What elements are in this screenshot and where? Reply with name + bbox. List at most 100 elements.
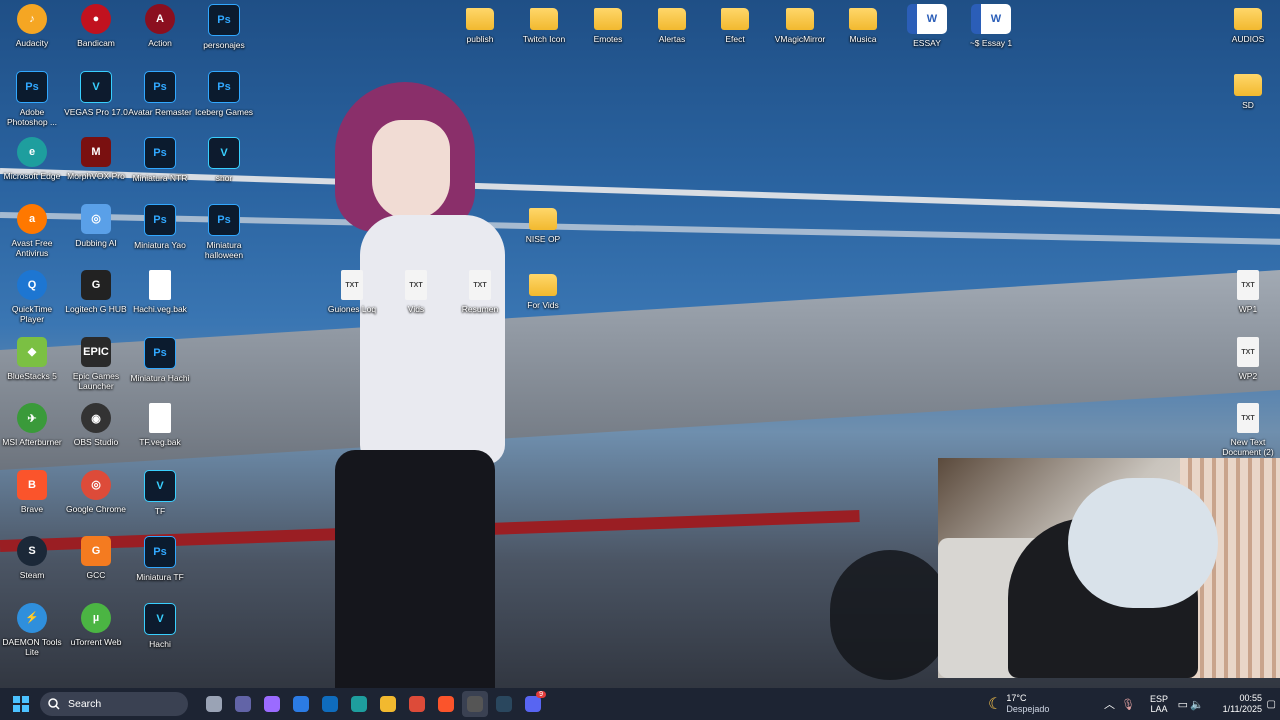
desktop-icon[interactable]: TXT Resumen — [448, 270, 512, 314]
desktop-icon[interactable]: TXT New Text Document (2) — [1216, 403, 1280, 457]
edge-icon — [351, 696, 367, 712]
folder-icon — [658, 8, 686, 30]
file-explorer-icon — [380, 696, 396, 712]
desktop-icon[interactable]: Ps Miniatura TF — [128, 536, 192, 582]
desktop-icon-label: Twitch Icon — [522, 34, 566, 44]
microphone-icon[interactable]: 🎙 — [1121, 698, 1135, 711]
taskbar-app[interactable] — [375, 691, 401, 717]
desktop-icon[interactable]: For Vids — [511, 270, 575, 310]
weather-widget[interactable]: ☾ 17°C Despejado — [988, 693, 1058, 715]
taskbar-app[interactable] — [404, 691, 430, 717]
desktop-icon-label: Audacity — [15, 38, 49, 48]
desktop-icon[interactable]: Efect — [703, 4, 767, 44]
desktop-icon[interactable]: Ps Miniatura Yao — [128, 203, 192, 250]
desktop-icon[interactable]: ● Bandicam — [64, 4, 128, 48]
desktop-icon[interactable]: ◆ BlueStacks 5 — [0, 336, 64, 381]
desktop-icon[interactable]: TXT Guiones Loq — [320, 270, 384, 314]
taskbar-app[interactable] — [346, 691, 372, 717]
desktop-icon[interactable]: Alertas — [640, 4, 704, 44]
logitech-icon: G — [81, 270, 111, 300]
chevron-up-icon[interactable]: ︿ — [1104, 696, 1115, 712]
desktop-icon[interactable]: TXT WP1 — [1216, 270, 1280, 314]
desktop-icon-label: MorphVOX Pro — [67, 171, 125, 181]
steam-icon — [496, 696, 512, 712]
desktop-icon[interactable]: G Logitech G HUB — [64, 270, 128, 314]
desktop-icon[interactable]: VMagicMirror — [768, 4, 832, 44]
volume-icon[interactable]: 🔈 — [1190, 698, 1204, 711]
copilot-icon — [264, 696, 280, 712]
desktop-icon[interactable]: e Microsoft Edge — [0, 137, 64, 181]
taskbar-search[interactable]: Search — [40, 692, 188, 716]
desktop-icon[interactable]: µ uTorrent Web — [64, 602, 128, 647]
desktop-icon-label: Miniatura NTR — [132, 173, 188, 183]
webcam-overlay — [938, 458, 1280, 678]
taskbar-app[interactable] — [288, 691, 314, 717]
desktop-icon[interactable]: B Brave — [0, 469, 64, 514]
desktop-icon[interactable]: Twitch Icon — [512, 4, 576, 44]
desktop-icon[interactable]: TXT WP2 — [1216, 337, 1280, 381]
desktop-icon[interactable]: Musica — [831, 4, 895, 44]
desktop-icon[interactable]: TXT Vids — [384, 270, 448, 314]
desktop-icon[interactable]: Ps Avatar Remaster — [128, 70, 192, 117]
desktop-icon[interactable]: Ps Miniatura Hachi — [128, 336, 192, 383]
desktop-icon[interactable]: Ps Miniatura NTR — [128, 137, 192, 183]
taskbar-app[interactable] — [462, 691, 488, 717]
notifications-icon[interactable]: ▢ — [1267, 699, 1276, 710]
desktop-icon[interactable]: Ps Miniatura halloween — [192, 203, 256, 260]
photoshop-file-icon: Ps — [144, 137, 176, 169]
desktop-icon[interactable]: ◎ Google Chrome — [64, 469, 128, 514]
desktop-icon-label: Logitech G HUB — [65, 304, 127, 314]
taskbar-app[interactable] — [433, 691, 459, 717]
outlook-icon — [322, 696, 338, 712]
desktop-icon[interactable]: EPIC Epic Games Launcher — [64, 336, 128, 391]
txt-file-icon: TXT — [1237, 337, 1259, 367]
desktop-icon[interactable]: ◎ Dubbing AI — [64, 203, 128, 248]
taskbar-app[interactable]: 9 — [520, 691, 546, 717]
start-button[interactable] — [8, 691, 34, 717]
desktop-icon-label: MSI Afterburner — [2, 437, 62, 447]
desktop-icon[interactable]: W ~$ Essay 1 — [959, 4, 1023, 48]
desktop-icon[interactable]: Emotes — [576, 4, 640, 44]
desktop-icon-label: ESSAY — [913, 38, 941, 48]
desktop-icon[interactable]: AUDIOS — [1216, 4, 1280, 44]
desktop-icon[interactable]: S Steam — [0, 536, 64, 580]
desktop-icon-label: Miniatura Yao — [134, 239, 186, 250]
desktop-icon[interactable]: W ESSAY — [895, 4, 959, 48]
taskbar-app[interactable] — [317, 691, 343, 717]
desktop-icon[interactable]: a Avast Free Antivirus — [0, 203, 64, 258]
desktop-icon[interactable]: Ps Iceberg Games — [192, 70, 256, 117]
wallpaper-shadow — [830, 550, 950, 680]
wallpaper-character-body — [360, 215, 505, 465]
desktop-icon[interactable]: ✈ MSI Afterburner — [0, 403, 64, 447]
desktop-icon[interactable]: publish — [448, 4, 512, 44]
taskbar-app[interactable] — [230, 691, 256, 717]
desktop-icon[interactable]: V VEGAS Pro 17.0 — [64, 70, 128, 117]
file-icon — [149, 403, 171, 433]
quicktime-icon: Q — [17, 270, 47, 300]
taskbar-app[interactable] — [491, 691, 517, 717]
desktop-icon[interactable]: Hachi.veg.bak — [128, 270, 192, 314]
desktop-icon[interactable]: Vshor — [192, 137, 256, 183]
file-icon — [149, 270, 171, 300]
desktop-icon[interactable]: Ps personajes — [192, 4, 256, 50]
desktop-icon[interactable]: G GCC — [64, 536, 128, 580]
desktop-icon[interactable]: V TF — [128, 469, 192, 516]
desktop-icon-label: Miniatura TF — [136, 572, 184, 582]
desktop-icon-label: Hachi — [149, 638, 171, 649]
desktop-icon[interactable]: V Hachi — [128, 602, 192, 649]
language-indicator[interactable]: ESP LAA — [1150, 694, 1168, 714]
desktop-icon[interactable]: ◉ OBS Studio — [64, 403, 128, 447]
desktop-icon[interactable]: TF.veg.bak — [128, 403, 192, 447]
desktop-icon[interactable]: ⚡ DAEMON Tools Lite — [0, 602, 64, 657]
desktop-icon[interactable]: A Action — [128, 4, 192, 48]
desktop-icon[interactable]: ♪ Audacity — [0, 4, 64, 48]
taskbar-app[interactable] — [259, 691, 285, 717]
desktop-icon[interactable]: Ps Adobe Photoshop ... — [0, 70, 64, 127]
network-icon[interactable]: ▭ — [1178, 698, 1188, 711]
clock[interactable]: 00:55 1/11/2025 — [1223, 693, 1262, 715]
desktop-icon[interactable]: Q QuickTime Player — [0, 270, 64, 324]
desktop-icon[interactable]: SD — [1216, 70, 1280, 110]
desktop-icon[interactable]: NISE OP — [511, 204, 575, 244]
taskbar-app[interactable] — [201, 691, 227, 717]
desktop-icon[interactable]: M MorphVOX Pro — [64, 137, 128, 181]
